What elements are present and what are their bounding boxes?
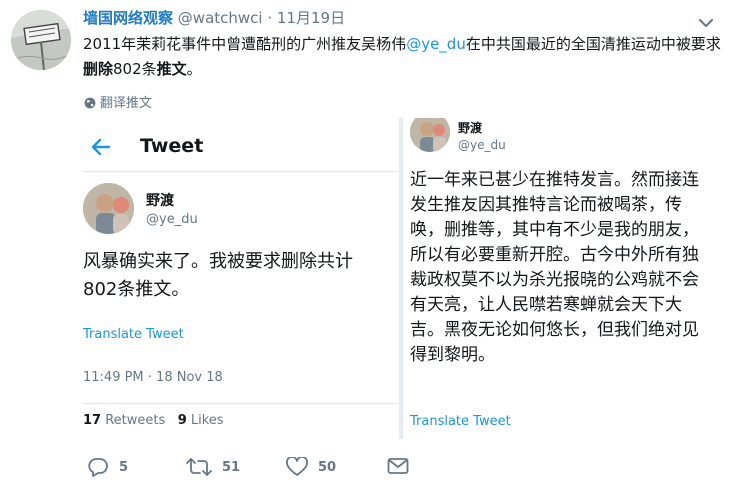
retweet-count: 51 [222, 459, 241, 475]
tweet-text-part: 在中共国最近的全国清推运动中被要求 [465, 35, 721, 53]
envelope-icon [387, 458, 409, 474]
tweet-text-line: 风暴确实来了。我被要求删除共计 [83, 251, 353, 272]
display-name: 野渡 [146, 193, 174, 209]
tweet-text-bold: 推文 [156, 60, 187, 78]
tweet-text-line: 802条推文。 [83, 279, 190, 300]
reply-icon [88, 458, 108, 477]
direct-message-button[interactable] [387, 457, 419, 475]
back-arrow-icon [91, 138, 111, 160]
globe-icon [84, 97, 96, 109]
tweet-text-bold: 删除 [83, 60, 114, 78]
reply-count: 5 [119, 459, 129, 475]
translate-label: 翻译推文 [100, 96, 153, 111]
display-name: 野渡 [458, 121, 483, 135]
handle: @ye_du [458, 138, 506, 152]
display-name[interactable]: 墙国网络观察 [83, 9, 173, 27]
tweet-text: 2011年茉莉花事件中曾遭酷刑的广州推友吴杨伟@ye_du在中共国最近的全国清推… [83, 32, 723, 82]
translate-tweet-link: Translate Tweet [410, 414, 511, 429]
handle: @ye_du [146, 212, 198, 227]
tweet-text-part: 。 [186, 60, 202, 78]
avatar [83, 183, 134, 234]
retweets-count: 17 [83, 413, 102, 428]
divider [83, 403, 399, 404]
tweet-timestamp: 11:49 PM · 18 Nov 18 [83, 370, 223, 385]
likes-label: Likes [186, 413, 224, 428]
reply-button[interactable]: 5 [87, 457, 128, 477]
attached-images[interactable]: Tweet 野渡 @ye_du 风暴确实来了。我被要求删除共计 802条推文。 … [83, 118, 716, 439]
like-count: 50 [318, 459, 337, 475]
chevron-down-icon[interactable] [698, 14, 714, 33]
tweet-date[interactable]: 11月19日 [277, 9, 345, 27]
tweet-header: 墙国网络观察 @watchwci · 11月19日 [83, 7, 345, 28]
tweet-text: 风暴确实来了。我被要求删除共计 802条推文。 [83, 248, 399, 304]
tweet-text-part: 802条 [113, 60, 157, 78]
separator: · [267, 9, 273, 27]
avatar [410, 118, 450, 152]
tweet-stats: 17 Retweets 9 Likes [83, 413, 224, 428]
screenshot-image-left[interactable]: Tweet 野渡 @ye_du 风暴确实来了。我被要求删除共计 802条推文。 … [83, 118, 399, 439]
topbar-title: Tweet [140, 135, 204, 157]
tweet-text-part: 2011年茉莉花事件中曾遭酷刑的广州推友吴杨伟 [83, 35, 407, 53]
retweet-icon [186, 458, 212, 476]
screenshot-image-right[interactable]: 野渡 @ye_du 近一年来已甚少在推特发言。然而接连发生推友因其推特言论而被喝… [403, 118, 716, 439]
translate-tweet-link[interactable]: 翻译推文 [84, 92, 152, 111]
heart-icon [286, 457, 308, 476]
divider [83, 171, 399, 172]
retweet-button[interactable]: 51 [186, 457, 240, 477]
likes-count: 9 [177, 413, 187, 428]
mention-link[interactable]: @ye_du [406, 35, 466, 53]
tweet-text: 近一年来已甚少在推特发言。然而接连发生推友因其推特言论而被喝茶，传唤，删推等，其… [410, 170, 699, 365]
tweet-actions: 5 51 50 [0, 457, 729, 481]
avatar-photo-icon [410, 118, 450, 152]
avatar-photo-icon [83, 183, 134, 234]
avatar-street-sign-icon [11, 10, 71, 70]
avatar[interactable] [11, 10, 71, 70]
translate-tweet-link: Translate Tweet [83, 327, 184, 342]
retweets-label: Retweets [101, 413, 166, 428]
handle[interactable]: @watchwci [178, 9, 263, 27]
like-button[interactable]: 50 [286, 457, 336, 477]
